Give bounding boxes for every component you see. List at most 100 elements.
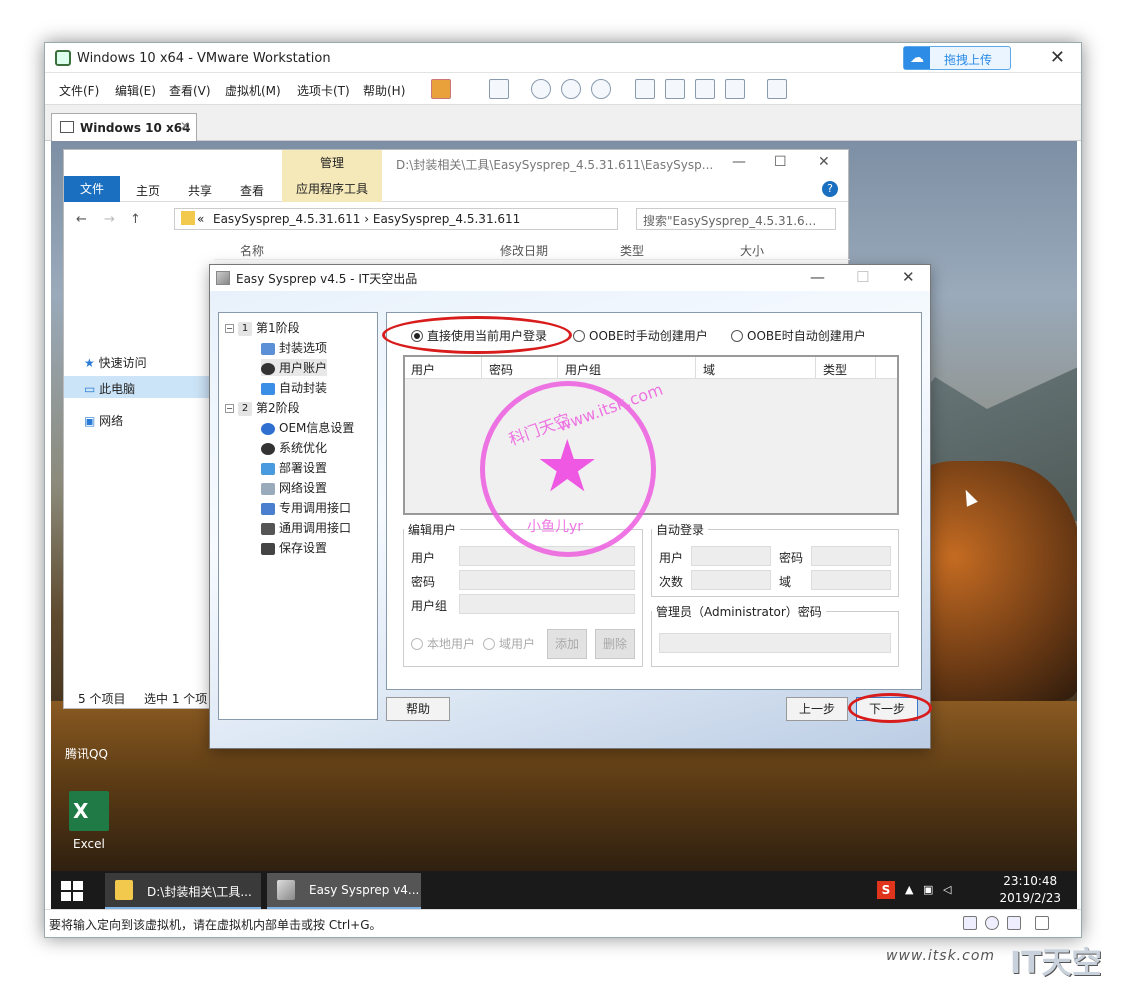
admin-password-field[interactable] [659,633,891,653]
auto-domain-field[interactable] [811,570,891,590]
tree-item-package-options[interactable]: 封装选项 [261,339,327,356]
close-icon[interactable]: ✕ [818,154,830,170]
col-user[interactable]: 用户 [405,361,435,383]
windows-start-icon[interactable] [61,881,83,901]
radio-domain-user[interactable]: 域用户 [483,635,535,652]
cd-icon[interactable] [985,916,999,930]
collapse-icon[interactable]: − [225,324,234,333]
col-type[interactable]: 类型 [817,361,847,383]
nav-quick-access[interactable]: ★ 快速访问 [84,354,147,371]
unity-icon[interactable] [725,79,745,99]
address-box[interactable]: « EasySysprep_4.5.31.611 › EasySysprep_4… [174,208,618,230]
fullscreen-icon[interactable] [695,79,715,99]
tab-share[interactable]: 共享 [188,182,212,199]
col-size[interactable]: 大小 [740,242,764,259]
watermark-brand: IT天空 [1010,946,1102,981]
radio-oobe-manual[interactable]: OOBE时手动创建用户 [573,327,708,344]
guest-desktop[interactable]: 腾讯QQ X Excel 管理 D:\封装相关\工具\EasySysprep_4… [51,141,1077,909]
tab-close-icon[interactable]: ✕ [180,119,190,133]
nav-this-pc[interactable]: ▭ 此电脑 [84,380,135,397]
message-icon[interactable] [1035,916,1049,930]
up-icon[interactable]: ↑ [130,212,141,227]
col-type[interactable]: 类型 [620,242,644,259]
console-view-icon[interactable] [665,79,685,99]
col-modified[interactable]: 修改日期 [500,242,548,259]
menu-view[interactable]: 查看(V) [169,82,211,99]
tab-manage[interactable]: 管理 [282,150,382,176]
tree-stage-2[interactable]: −2 第2阶段 [225,399,300,416]
tree-item-deploy-settings[interactable]: 部署设置 [261,459,327,476]
pause-icon[interactable] [431,79,451,99]
edit-group-field[interactable] [459,594,635,614]
col-name[interactable]: 名称 [240,242,264,259]
menu-edit[interactable]: 编辑(E) [115,82,156,99]
excel-icon[interactable]: X [69,791,109,831]
network-adapter-icon[interactable] [1007,916,1021,930]
menu-tabs[interactable]: 选项卡(T) [297,82,350,99]
col-domain[interactable]: 域 [697,361,715,383]
radio-oobe-auto[interactable]: OOBE时自动创建用户 [731,327,866,344]
tree-item-save-settings[interactable]: 保存设置 [261,539,327,556]
radio-local-user[interactable]: 本地用户 [411,635,475,652]
chevron-up-icon[interactable]: ▲ [905,883,913,896]
edit-password-field[interactable] [459,570,635,590]
send-keys-icon[interactable] [489,79,509,99]
hdd-icon[interactable] [963,916,977,930]
tree-stage-1[interactable]: −1 第1阶段 [225,319,300,336]
help-icon[interactable]: ? [822,181,838,197]
taskbar-easysysprep[interactable]: Easy Sysprep v4... [267,873,421,909]
tree-item-private-interface[interactable]: 专用调用接口 [261,499,351,516]
menu-help[interactable]: 帮助(H) [363,82,405,99]
add-button[interactable]: 添加 [547,629,587,659]
taskbar-explorer[interactable]: D:\封装相关\工具... [105,873,261,909]
tab-home[interactable]: 主页 [136,182,160,199]
tree-item-system-optimize[interactable]: 系统优化 [261,439,327,456]
tree-item-network-settings[interactable]: 网络设置 [261,479,327,496]
previous-button[interactable]: 上一步 [786,697,848,721]
tree-item-common-interface[interactable]: 通用调用接口 [261,519,351,536]
view-toggle-icon[interactable] [767,79,787,99]
network-status-icon[interactable]: ▣ [923,883,933,896]
menu-vm[interactable]: 虚拟机(M) [225,82,281,99]
auto-user-field[interactable] [691,546,771,566]
volume-icon[interactable]: ◁ [943,883,951,896]
minimize-icon[interactable]: — [810,268,825,286]
auto-count-field[interactable] [691,570,771,590]
maximize-icon[interactable]: ☐ [774,154,787,170]
excel-desktop-label[interactable]: Excel [73,837,105,851]
sogou-ime-icon[interactable]: S [877,881,895,899]
snapshot-manager-icon[interactable] [591,79,611,99]
task-label: Easy Sysprep v4... [309,883,420,897]
search-input[interactable]: 搜索"EasySysprep_4.5.31.6... [636,208,836,230]
col-password[interactable]: 密码 [483,361,513,383]
tab-app-tools[interactable]: 应用程序工具 [282,176,382,202]
revert-snapshot-icon[interactable] [561,79,581,99]
clock[interactable]: 23:10:48 2019/2/23 [999,873,1061,907]
col-group[interactable]: 用户组 [559,361,601,383]
auto-password-field[interactable] [811,546,891,566]
label-password: 密码 [411,575,436,589]
tree-item-auto-package[interactable]: 自动封装 [261,379,327,396]
tab-file[interactable]: 文件 [64,176,120,202]
qq-desktop-label[interactable]: 腾讯QQ [65,745,108,762]
close-icon[interactable]: ✕ [902,268,915,286]
menu-file[interactable]: 文件(F) [59,82,99,99]
back-icon[interactable]: ← [76,212,87,227]
help-button[interactable]: 帮助 [386,697,450,721]
collapse-icon[interactable]: − [225,404,234,413]
save-icon [261,542,275,555]
nav-network[interactable]: ▣ 网络 [84,412,123,429]
label-auto-password: 密码 [779,551,804,565]
drag-upload-button[interactable]: ☁ 拖拽上传 [903,46,1011,70]
info-icon [261,422,275,435]
tab-windows-10-x64[interactable]: Windows 10 x64 ✕ [51,113,197,141]
library-icon[interactable] [635,79,655,99]
tab-view[interactable]: 查看 [240,182,264,199]
snapshot-icon[interactable] [531,79,551,99]
minimize-icon[interactable]: — [732,154,746,170]
tree-item-user-accounts[interactable]: 用户账户 [261,359,328,376]
tree-item-oem-info[interactable]: OEM信息设置 [261,419,354,436]
forward-icon[interactable]: → [104,212,115,227]
delete-button[interactable]: 删除 [595,629,635,659]
close-button[interactable]: ✕ [1050,47,1065,68]
